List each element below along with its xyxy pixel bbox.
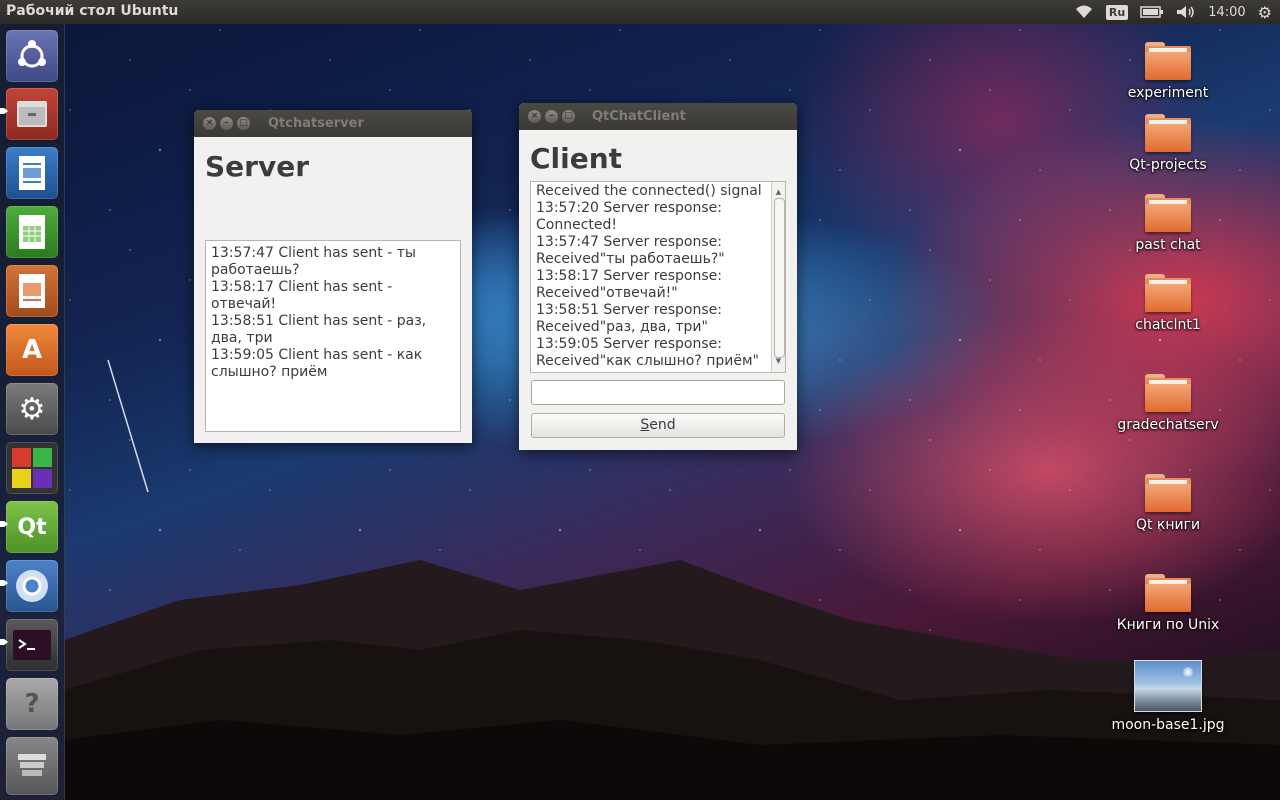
desktop-item-label: chatclnt1 xyxy=(1135,317,1201,333)
folder-icon xyxy=(1145,474,1191,512)
client-window: × – □ QtChatClient Client Received the c… xyxy=(519,103,797,450)
desktop-folder-qt-books[interactable]: Qt книги xyxy=(1108,474,1228,533)
desktop-folder-qt-projects[interactable]: Qt-projects xyxy=(1108,114,1228,173)
close-icon[interactable]: × xyxy=(528,110,541,123)
send-button-label: end xyxy=(649,417,676,433)
qt-creator-icon[interactable]: Qt xyxy=(6,501,58,553)
server-log[interactable]: 13:57:47 Client has sent - ты работаешь?… xyxy=(205,240,461,432)
client-titlebar[interactable]: × – □ QtChatClient xyxy=(519,103,797,130)
server-window: × – □ Qtchatserver Server 13:57:47 Clien… xyxy=(194,110,472,443)
maximize-icon[interactable]: □ xyxy=(562,110,575,123)
battery-icon[interactable] xyxy=(1140,6,1164,18)
desktop-item-label: past chat xyxy=(1135,237,1201,253)
desktop-folder-gradechatserv[interactable]: gradechatserv xyxy=(1108,374,1228,433)
message-input[interactable] xyxy=(531,380,785,405)
send-button-accel: S xyxy=(640,417,650,433)
server-titlebar[interactable]: × – □ Qtchatserver xyxy=(194,110,472,137)
running-indicator xyxy=(0,108,8,114)
folder-icon xyxy=(1145,194,1191,232)
log-line: 13:57:47 Server response: Received"ты ра… xyxy=(536,234,727,267)
desktop-item-label: moon-base1.jpg xyxy=(1111,717,1225,733)
running-indicator xyxy=(0,639,8,645)
ubuntu-dash-icon[interactable] xyxy=(6,30,58,82)
log-scrollbar[interactable]: ▲ ▼ xyxy=(771,182,785,372)
send-button[interactable]: Send xyxy=(531,413,785,438)
log-line: 13:58:51 Client has sent - раз, два, три xyxy=(211,313,431,346)
folder-icon xyxy=(1145,574,1191,612)
desktop-folder-experiment[interactable]: experiment xyxy=(1108,42,1228,101)
workspace-switcher-icon[interactable] xyxy=(6,442,58,494)
log-line: Received the connected() signal xyxy=(536,183,762,199)
log-line: 13:58:17 Server response: Received"отвеч… xyxy=(536,268,727,301)
log-line: 13:58:17 Client has sent - отвечай! xyxy=(211,279,397,312)
log-line: 13:59:05 Client has sent - как слышно? п… xyxy=(211,347,427,380)
unity-launcher: A ⚙ Qt ? xyxy=(0,24,65,800)
client-heading: Client xyxy=(530,142,623,175)
folder-icon xyxy=(1145,374,1191,412)
top-panel: Рабочий стол Ubuntu Ru 14:00 ⚙ xyxy=(0,0,1280,24)
server-window-title: Qtchatserver xyxy=(268,116,364,131)
desktop-item-label: Qt-projects xyxy=(1129,157,1207,173)
desktop-folder-unix-books[interactable]: Книги по Unix xyxy=(1108,574,1228,633)
libreoffice-impress-icon[interactable] xyxy=(6,265,58,317)
minimize-icon[interactable]: – xyxy=(220,117,233,130)
log-line: 13:59:05 Server response: Received"как с… xyxy=(536,336,759,369)
system-settings-icon[interactable]: ⚙ xyxy=(6,383,58,435)
folder-icon xyxy=(1145,114,1191,152)
libreoffice-calc-icon[interactable] xyxy=(6,206,58,258)
desktop-folder-past-chat[interactable]: past chat xyxy=(1108,194,1228,253)
unknown-app-icon[interactable]: ? xyxy=(6,678,58,730)
scroll-thumb[interactable] xyxy=(774,198,785,358)
running-indicator xyxy=(0,521,8,527)
image-thumbnail-icon xyxy=(1134,660,1202,712)
log-line: 13:57:47 Client has sent - ты работаешь? xyxy=(211,245,421,278)
indicator-area: Ru 14:00 ⚙ xyxy=(1074,0,1280,24)
desktop-file-moon-base1[interactable]: moon-base1.jpg xyxy=(1108,660,1228,733)
desktop-folder-chatclnt1[interactable]: chatclnt1 xyxy=(1108,274,1228,333)
software-center-icon[interactable]: A xyxy=(6,324,58,376)
chromium-icon[interactable] xyxy=(6,560,58,612)
wifi-icon[interactable] xyxy=(1074,5,1094,19)
desktop-item-label: gradechatserv xyxy=(1117,417,1219,433)
clock[interactable]: 14:00 xyxy=(1208,5,1245,20)
volume-icon[interactable] xyxy=(1176,5,1196,19)
close-icon[interactable]: × xyxy=(203,117,216,130)
desktop-item-label: experiment xyxy=(1127,85,1209,101)
server-heading: Server xyxy=(205,150,310,183)
scroll-down-arrow[interactable]: ▼ xyxy=(774,353,783,370)
folder-icon xyxy=(1145,274,1191,312)
power-gear-icon[interactable]: ⚙ xyxy=(1258,3,1272,22)
files-icon[interactable] xyxy=(6,88,58,140)
client-window-title: QtChatClient xyxy=(592,109,686,124)
terminal-icon[interactable] xyxy=(6,619,58,671)
keyboard-layout-indicator[interactable]: Ru xyxy=(1105,4,1129,20)
desktop-item-label: Qt книги xyxy=(1135,517,1201,533)
trash-icon[interactable] xyxy=(6,737,58,795)
log-line: 13:58:51 Server response: Received"раз, … xyxy=(536,302,727,335)
maximize-icon[interactable]: □ xyxy=(237,117,250,130)
libreoffice-writer-icon[interactable] xyxy=(6,147,58,199)
folder-icon xyxy=(1145,42,1191,80)
panel-window-title: Рабочий стол Ubuntu xyxy=(6,3,179,19)
log-line: 13:57:20 Server response: Connected! xyxy=(536,200,727,233)
running-indicator xyxy=(0,580,8,586)
client-log[interactable]: Received the connected() signal 13:57:20… xyxy=(530,181,786,373)
desktop-item-label: Книги по Unix xyxy=(1116,617,1220,633)
minimize-icon[interactable]: – xyxy=(545,110,558,123)
